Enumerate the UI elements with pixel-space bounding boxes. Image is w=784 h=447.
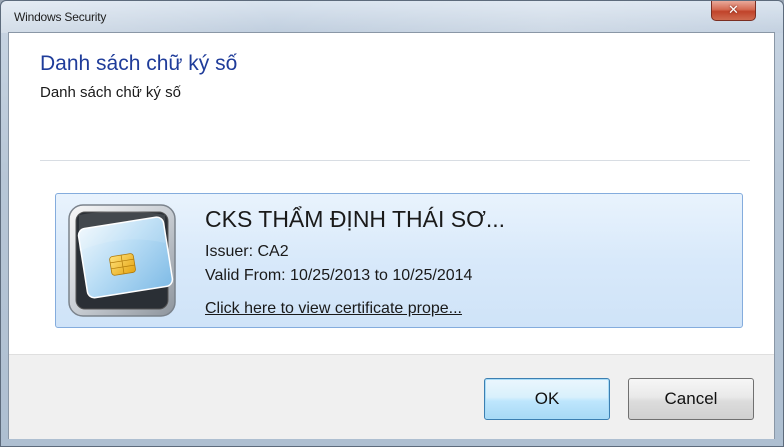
dialog-heading: Danh sách chữ ký số	[40, 52, 238, 75]
certificate-validity: Valid From: 10/25/2013 to 10/25/2014	[205, 267, 473, 284]
cancel-button[interactable]: Cancel	[628, 378, 754, 420]
divider	[40, 160, 750, 161]
close-icon: ✕	[728, 3, 739, 18]
ok-button[interactable]: OK	[484, 378, 610, 420]
view-certificate-properties-link[interactable]: Click here to view certificate prope...	[205, 300, 462, 318]
window-title: Windows Security	[14, 10, 107, 24]
close-button[interactable]: ✕	[711, 1, 756, 21]
dialog-subheading: Danh sách chữ ký số	[40, 84, 181, 101]
smart-card-icon	[68, 204, 176, 317]
certificate-issuer: Issuer: CA2	[205, 243, 289, 260]
certificate-name: CKS THẨM ĐỊNH THÁI SƠ...	[205, 206, 506, 232]
title-bar[interactable]: Windows Security	[1, 1, 783, 33]
